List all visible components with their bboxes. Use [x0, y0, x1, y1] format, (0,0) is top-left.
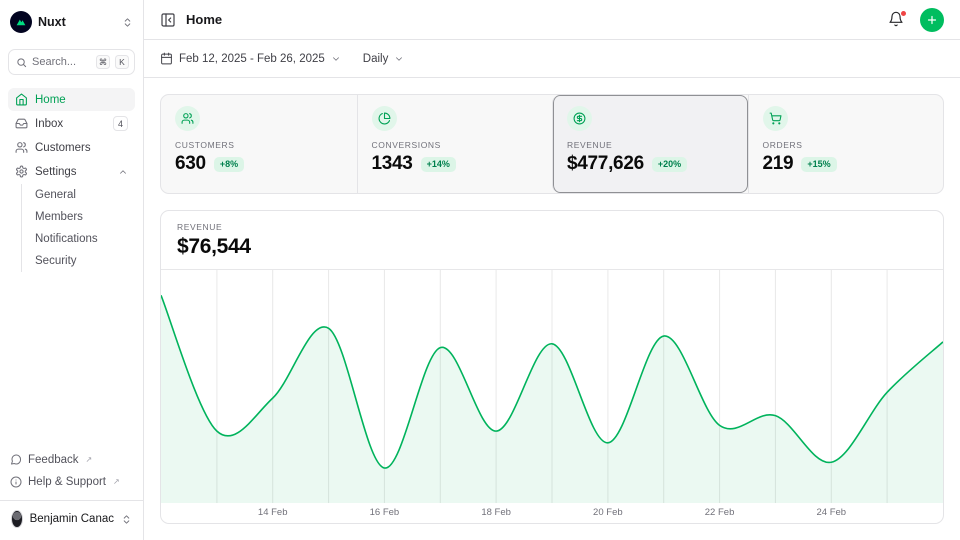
search-placeholder: Search... — [32, 56, 91, 68]
revenue-chart-panel: REVENUE $76,544 14 Feb 16 Feb 18 Feb 20 … — [160, 210, 944, 524]
sidebar-item-label: Settings — [35, 166, 111, 178]
sidebar-footer: Feedback ↗ Help & Support ↗ Benjamin Can… — [8, 449, 135, 532]
feedback-label: Feedback — [28, 454, 79, 466]
chart-header: REVENUE $76,544 — [161, 211, 943, 270]
sidebar-item-label: Inbox — [35, 118, 106, 130]
stat-value: 630 — [175, 153, 206, 175]
avatar — [11, 510, 23, 528]
sidebar-item-members[interactable]: Members — [35, 206, 135, 228]
plus-icon — [926, 14, 938, 26]
workspace-name: Nuxt — [38, 15, 116, 29]
sidebar-item-customers[interactable]: Customers — [8, 136, 135, 159]
stat-label: CUSTOMERS — [175, 140, 343, 150]
external-link-icon: ↗ — [86, 455, 93, 464]
home-icon — [15, 93, 28, 106]
settings-children: General Members Notifications Security — [21, 184, 135, 272]
chevron-down-icon — [394, 54, 404, 64]
sidebar: Nuxt Search... ⌘ K Home Inbox 4 Customer… — [0, 0, 144, 540]
stat-value: $477,626 — [567, 153, 644, 175]
chart-total-value: $76,544 — [177, 235, 927, 259]
inbox-count-badge: 4 — [113, 116, 128, 131]
user-name: Benjamin Canac — [30, 513, 114, 525]
main-area: Home Feb 12, 2025 - Feb 26, 2025 Daily — [144, 0, 960, 540]
revenue-area-chart[interactable] — [161, 270, 943, 503]
top-header: Home — [144, 0, 960, 40]
x-tick: 24 Feb — [816, 507, 846, 518]
feedback-link[interactable]: Feedback ↗ — [8, 449, 135, 471]
granularity-select[interactable]: Daily — [363, 53, 405, 65]
x-tick: 18 Feb — [481, 507, 511, 518]
sidebar-item-label: Home — [35, 94, 128, 106]
pie-chart-icon — [372, 106, 397, 131]
area-chart-svg — [161, 270, 943, 503]
calendar-icon — [160, 52, 173, 65]
inbox-icon — [15, 117, 28, 130]
stat-card-conversions[interactable]: CONVERSIONS 1343 +14% — [357, 95, 553, 193]
granularity-value: Daily — [363, 53, 389, 65]
sidebar-item-security[interactable]: Security — [35, 250, 135, 272]
sidebar-item-home[interactable]: Home — [8, 88, 135, 111]
panel-left-close-icon[interactable] — [160, 12, 176, 28]
filter-toolbar: Feb 12, 2025 - Feb 26, 2025 Daily — [144, 40, 960, 78]
delta-badge: +20% — [652, 157, 687, 172]
delta-badge: +14% — [421, 157, 456, 172]
kbd-cmd: ⌘ — [96, 55, 110, 69]
search-input[interactable]: Search... ⌘ K — [8, 49, 135, 75]
x-tick: 16 Feb — [370, 507, 400, 518]
dashboard-app: Nuxt Search... ⌘ K Home Inbox 4 Customer… — [0, 0, 960, 540]
stat-card-customers[interactable]: CUSTOMERS 630 +8% — [161, 95, 357, 193]
delta-badge: +15% — [801, 157, 836, 172]
external-link-icon: ↗ — [113, 477, 120, 486]
chart-kicker: REVENUE — [177, 222, 927, 232]
add-button[interactable] — [920, 8, 944, 32]
sidebar-item-notifications[interactable]: Notifications — [35, 228, 135, 250]
date-range-picker[interactable]: Feb 12, 2025 - Feb 26, 2025 — [160, 52, 341, 65]
sidebar-item-label: Customers — [35, 142, 128, 154]
info-icon — [10, 476, 22, 488]
workspace-switcher[interactable]: Nuxt — [8, 8, 135, 36]
message-circle-icon — [10, 454, 22, 466]
circle-dollar-icon — [567, 106, 592, 131]
user-menu[interactable]: Benjamin Canac — [8, 506, 135, 532]
x-tick: 22 Feb — [705, 507, 735, 518]
chevrons-up-down-icon — [122, 17, 133, 28]
help-support-label: Help & Support — [28, 476, 106, 488]
date-range-value: Feb 12, 2025 - Feb 26, 2025 — [179, 53, 325, 65]
stat-label: REVENUE — [567, 140, 734, 150]
shopping-cart-icon — [763, 106, 788, 131]
delta-badge: +8% — [214, 157, 244, 172]
notifications-button[interactable] — [888, 11, 906, 29]
chevron-up-icon — [118, 167, 128, 177]
chart-x-axis: 14 Feb 16 Feb 18 Feb 20 Feb 22 Feb 24 Fe… — [161, 503, 943, 523]
nuxt-logo-icon — [10, 11, 32, 33]
chevron-down-icon — [331, 54, 341, 64]
x-tick: 14 Feb — [258, 507, 288, 518]
stat-value: 219 — [763, 153, 794, 175]
kbd-k: K — [115, 55, 129, 69]
notification-dot — [900, 10, 907, 17]
content: CUSTOMERS 630 +8% CONVERSIONS 1343 +14% — [144, 78, 960, 540]
stat-card-orders[interactable]: ORDERS 219 +15% — [748, 95, 944, 193]
stat-label: ORDERS — [763, 140, 930, 150]
stat-label: CONVERSIONS — [372, 140, 539, 150]
sidebar-item-settings[interactable]: Settings — [8, 160, 135, 183]
x-tick: 20 Feb — [593, 507, 623, 518]
stats-grid: CUSTOMERS 630 +8% CONVERSIONS 1343 +14% — [160, 94, 944, 194]
search-icon — [16, 57, 27, 68]
gear-icon — [15, 165, 28, 178]
chevrons-up-down-icon — [121, 514, 132, 525]
sidebar-nav: Home Inbox 4 Customers Settings General … — [8, 88, 135, 272]
help-support-link[interactable]: Help & Support ↗ — [8, 471, 135, 493]
page-title: Home — [186, 12, 888, 27]
stat-card-revenue[interactable]: REVENUE $477,626 +20% — [552, 95, 748, 193]
stat-value: 1343 — [372, 153, 413, 175]
sidebar-divider — [0, 500, 143, 501]
users-icon — [175, 106, 200, 131]
sidebar-item-general[interactable]: General — [35, 184, 135, 206]
sidebar-item-inbox[interactable]: Inbox 4 — [8, 112, 135, 135]
users-icon — [15, 141, 28, 154]
